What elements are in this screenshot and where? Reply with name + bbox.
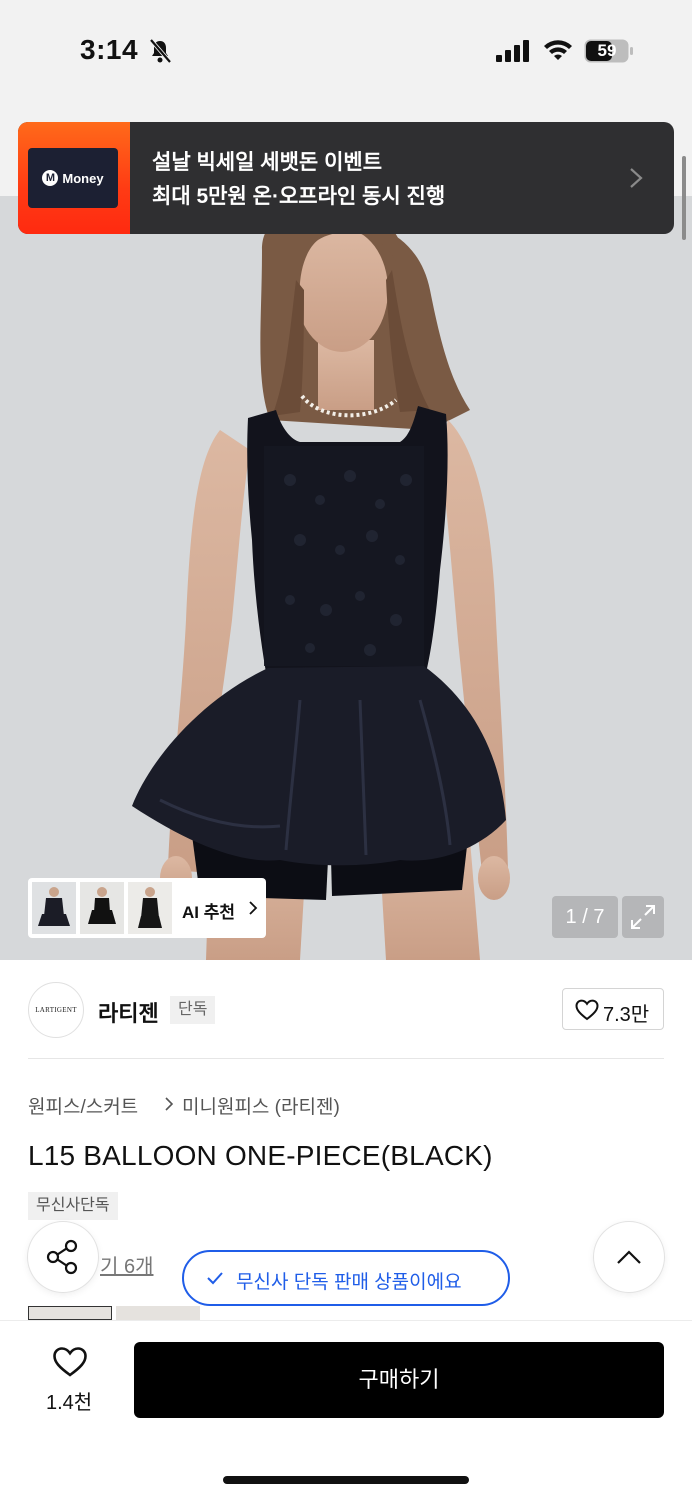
heart-outline-icon — [575, 999, 599, 1021]
money-logo-text: Money — [62, 170, 104, 186]
banner-headline: 설날 빅세일 세뱃돈 이벤트 — [152, 151, 383, 174]
color-option-thumb[interactable] — [116, 1306, 200, 1320]
expand-icon — [631, 905, 655, 929]
ai-thumb-image — [32, 882, 76, 934]
home-indicator[interactable] — [223, 1476, 469, 1484]
heart-outline-icon[interactable] — [52, 1346, 88, 1378]
wifi-icon — [544, 40, 572, 60]
battery-indicator: 59 — [584, 39, 634, 63]
ai-thumb-1 — [32, 882, 76, 934]
check-icon — [207, 1272, 223, 1285]
exclusive-toast: 무신사 단독 판매 상품이에요 — [182, 1250, 510, 1306]
brand-name[interactable]: 라티젠 — [98, 996, 159, 1028]
brand-like-count: 7.3만 — [603, 1004, 650, 1026]
breadcrumb-subcategory[interactable]: 미니원피스 (라티젠) — [182, 1092, 340, 1119]
brand-logo[interactable]: LARTIGENT — [28, 982, 84, 1038]
toast-text: 무신사 단독 판매 상품이에요 — [236, 1272, 462, 1293]
brand-exclusive-badge: 단독 — [170, 996, 216, 1024]
chevron-right-icon — [630, 168, 643, 188]
brand-logo-text: LARTIGENT — [35, 1006, 77, 1014]
ai-thumb-image — [80, 882, 124, 934]
cellular-signal-icon — [496, 40, 529, 62]
status-time: 3:14 — [80, 34, 139, 65]
ai-thumb-image — [128, 882, 172, 934]
ai-recommend-label: AI 추천 — [182, 903, 236, 922]
exclusive-tag: 무신사단독 — [28, 1192, 118, 1220]
chevron-up-icon — [617, 1250, 641, 1264]
money-logo-mark: M — [42, 170, 59, 186]
product-title: L15 BALLOON ONE-PIECE(BLACK) — [28, 1140, 493, 1171]
bell-off-icon — [149, 38, 172, 64]
review-link[interactable]: 기 6개 — [100, 1250, 153, 1279]
chevron-right-icon — [249, 901, 258, 915]
section-divider — [28, 1058, 664, 1059]
share-icon — [46, 1239, 78, 1275]
brand-like-button[interactable]: 7.3만 — [562, 988, 664, 1030]
scroll-to-top-button[interactable] — [594, 1222, 664, 1292]
ai-recommend-button[interactable]: AI 추천 — [28, 878, 266, 938]
image-page-counter: 1 / 7 — [552, 896, 618, 938]
money-logo: M Money — [28, 148, 118, 208]
chevron-right-icon — [165, 1097, 174, 1111]
share-button[interactable] — [28, 1222, 98, 1292]
expand-image-button[interactable] — [622, 896, 664, 938]
scroll-indicator[interactable] — [682, 156, 686, 240]
ai-thumb-3 — [128, 882, 172, 934]
ai-thumb-2 — [80, 882, 124, 934]
breadcrumb-category[interactable]: 원피스/스커트 — [28, 1092, 138, 1119]
promo-banner[interactable]: M Money 설날 빅세일 세뱃돈 이벤트 최대 5만원 온·오프라인 동시 … — [18, 122, 674, 234]
banner-subline: 최대 5만원 온·오프라인 동시 진행 — [152, 185, 446, 208]
banner-logo-panel: M Money — [18, 122, 130, 234]
wish-count: 1.4천 — [46, 1392, 93, 1414]
buy-button[interactable]: 구매하기 — [134, 1342, 664, 1418]
battery-level: 59 — [597, 41, 617, 60]
status-bar: 3:14 59 — [0, 0, 692, 100]
color-option-thumb[interactable] — [28, 1306, 112, 1320]
